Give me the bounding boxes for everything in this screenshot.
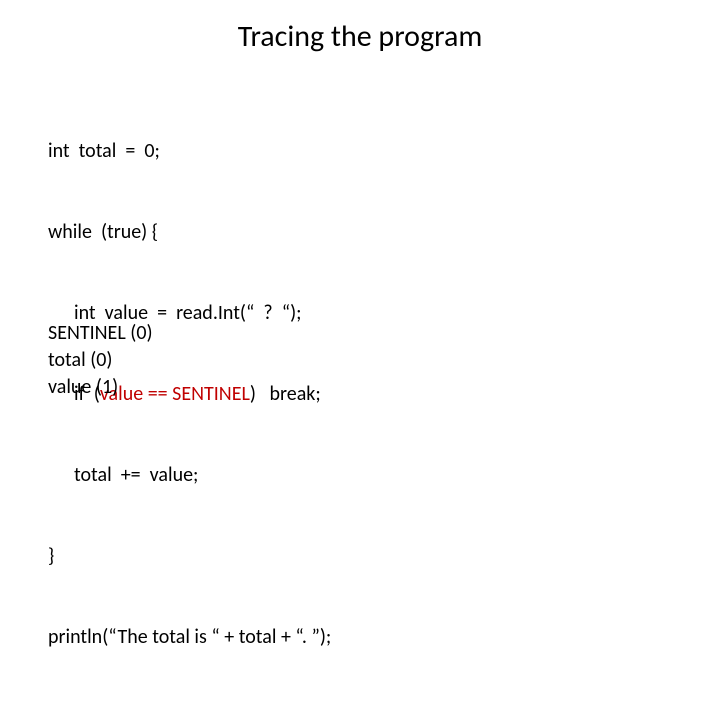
slide-title: Tracing the program bbox=[0, 18, 720, 55]
trace-line-value: value (1) bbox=[48, 374, 153, 401]
code-line-1: int total = 0; bbox=[48, 138, 331, 165]
code-line-5: total += value; bbox=[48, 462, 331, 489]
code-line-2: while (true) { bbox=[48, 219, 331, 246]
trace-line-total: total (0) bbox=[48, 347, 153, 374]
trace-block: SENTINEL (0) total (0) value (1) bbox=[48, 320, 153, 401]
code-line-4-post: ) break; bbox=[250, 382, 321, 406]
code-line-6: } bbox=[48, 543, 331, 570]
trace-line-sentinel: SENTINEL (0) bbox=[48, 320, 153, 347]
code-line-7: println(“The total is “ + total + “. ”); bbox=[48, 624, 331, 651]
slide: Tracing the program int total = 0; while… bbox=[0, 0, 720, 540]
